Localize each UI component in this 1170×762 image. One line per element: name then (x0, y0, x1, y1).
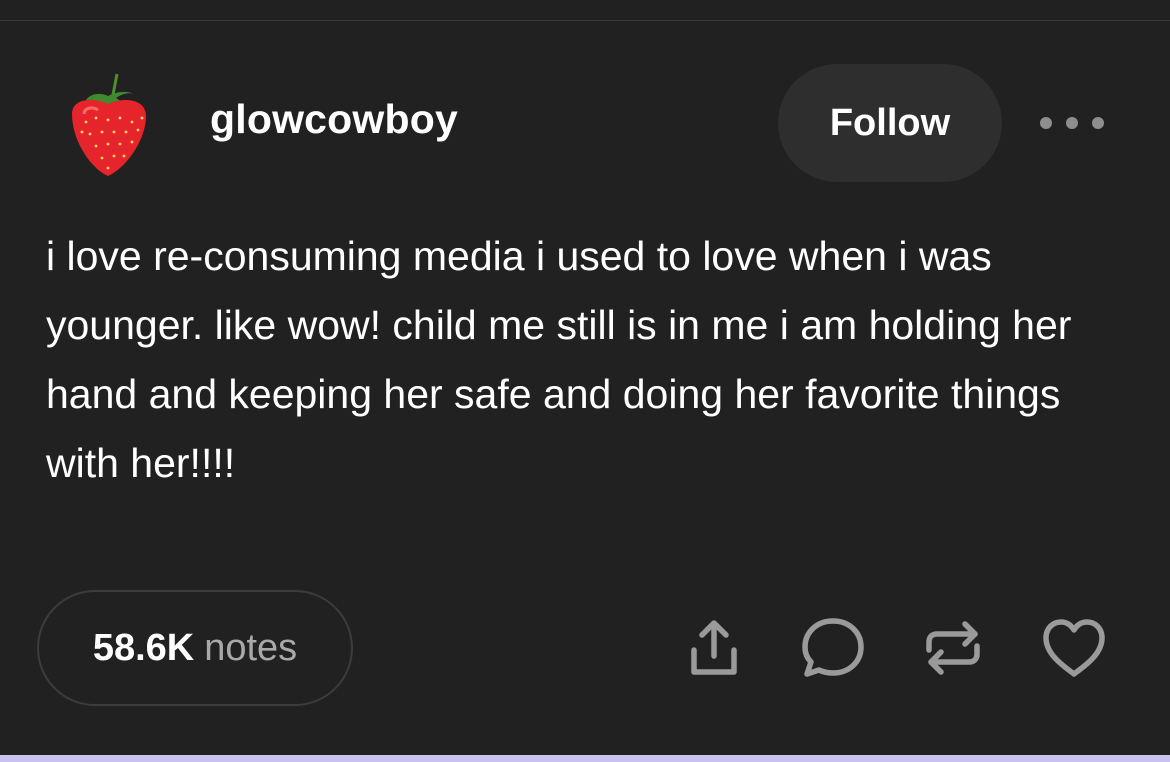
more-options-button[interactable] (1040, 108, 1104, 138)
more-dots-icon (1092, 117, 1104, 129)
share-button[interactable] (678, 612, 750, 684)
heart-icon (1043, 619, 1105, 677)
top-divider (0, 20, 1170, 21)
reply-button[interactable] (797, 612, 869, 684)
notes-label: notes (204, 626, 298, 669)
author-avatar[interactable] (62, 70, 154, 180)
like-button[interactable] (1038, 612, 1110, 684)
reblog-icon (926, 621, 980, 675)
notes-count: 58.6K (92, 626, 195, 669)
more-dots-icon (1066, 117, 1078, 129)
reply-bubble-icon (802, 618, 864, 677)
post-body-text: i love re-consuming media i used to love… (46, 233, 1072, 486)
more-dots-icon (1040, 117, 1052, 129)
reblog-button[interactable] (917, 612, 989, 684)
follow-button[interactable]: Follow (778, 64, 1002, 182)
share-icon (691, 620, 737, 675)
strawberry-icon (72, 73, 146, 176)
author-username[interactable]: glowcowboy (210, 96, 458, 143)
bottom-accent-bar (0, 755, 1170, 762)
notes-button[interactable]: 58.6K notes (37, 590, 353, 706)
tumblr-post: glowcowboy Follow i love re-consuming me… (0, 0, 1170, 762)
